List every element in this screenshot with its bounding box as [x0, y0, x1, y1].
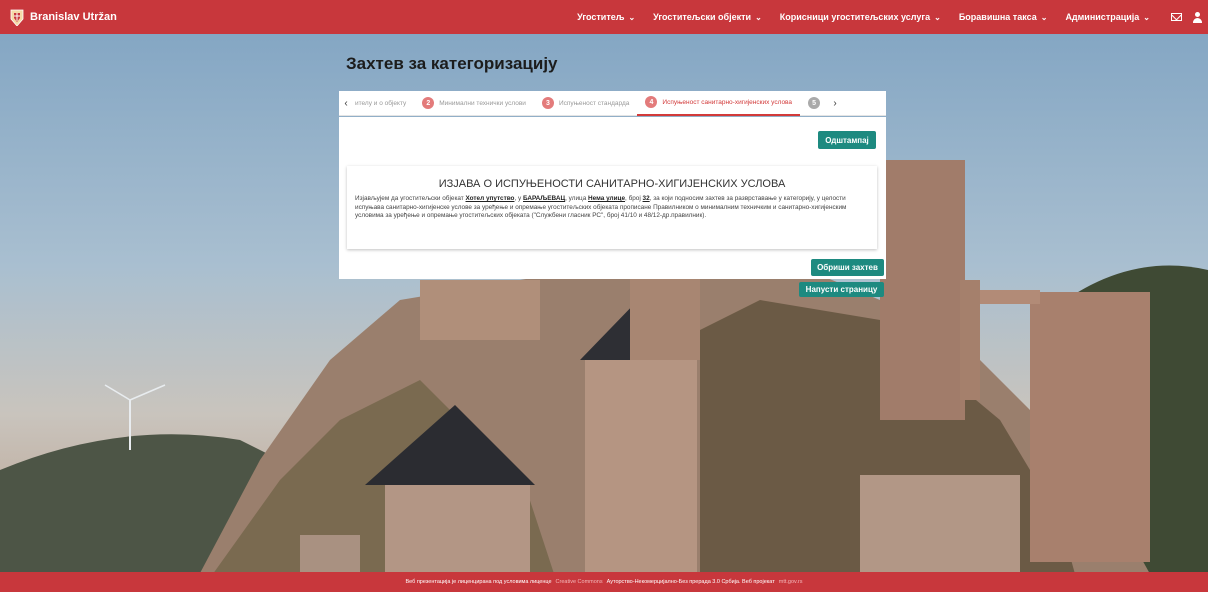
main-menu: Угоститељ ⌄ Угоститељски објекти ⌄ Корис…: [568, 0, 1208, 34]
chevron-down-icon: ⌄: [934, 12, 941, 22]
delete-request-button[interactable]: Обриши захтев: [811, 259, 884, 276]
menu-administration-label: Администрација: [1065, 12, 1140, 22]
step-2-number: 2: [422, 97, 435, 109]
chevron-left-icon[interactable]: ‹: [339, 98, 353, 109]
object-name: Хотел упутство: [465, 195, 515, 202]
step-3-number: 3: [541, 97, 554, 109]
user-name: Branislav Utržan: [30, 11, 117, 23]
declaration-text-part: , у: [514, 195, 523, 202]
top-navbar: Branislav Utržan Угоститељ ⌄ Угоститељск…: [0, 0, 1208, 34]
mail-icon[interactable]: [1171, 13, 1182, 21]
user-icon[interactable]: [1192, 12, 1202, 23]
menu-service-users-label: Корисници угоститељских услуга: [779, 12, 931, 22]
step-5-number: 5: [808, 97, 821, 109]
menu-caterer[interactable]: Угоститељ ⌄: [577, 12, 635, 22]
step-3-label: Испуњеност стандарда: [558, 99, 630, 107]
page-title: Захтев за категоризацију: [346, 54, 558, 73]
step-2-label: Минимални технички услови: [439, 99, 526, 107]
serbian-coat-of-arms-icon: [10, 9, 24, 26]
print-button[interactable]: Одштампај: [818, 131, 876, 149]
step-4-number: 4: [645, 96, 658, 108]
wizard-stepper: ‹ ителу и о објекту 2 Минимални технички…: [339, 91, 886, 116]
street-name: Нема улице: [588, 195, 626, 202]
step-1[interactable]: ителу и о објекту: [353, 91, 414, 116]
step-4-active[interactable]: 4 Испуњеност санитарно-хигијенских услов…: [637, 91, 801, 116]
menu-caterer-label: Угоститељ: [577, 12, 625, 22]
declaration-text-part: , број: [625, 195, 643, 202]
leave-page-button[interactable]: Напусти страницу: [799, 282, 884, 297]
city-name: БАРАЉЕВАЦ: [523, 195, 566, 202]
step-5[interactable]: 5: [800, 91, 828, 116]
chevron-down-icon: ⌄: [1143, 12, 1150, 22]
menu-tourist-tax[interactable]: Боравишна такса ⌄: [959, 12, 1048, 22]
mtt-link[interactable]: mtt.gov.rs: [779, 579, 803, 585]
step-3[interactable]: 3 Испуњеност стандарда: [534, 91, 637, 116]
menu-service-users[interactable]: Корисници угоститељских услуга ⌄: [780, 12, 941, 22]
footer-text: Веб презентација је лиценцирана под усло…: [405, 579, 552, 585]
declaration-text-part: Изјављујем да угоститељски објекат: [355, 195, 466, 202]
menu-catering-facilities[interactable]: Угоститељски објекти ⌄: [653, 12, 762, 22]
footer-text: Ауторство-Некомерцијално-Без прерада 3.0…: [606, 579, 775, 585]
declaration-text-part: , улица: [565, 195, 589, 202]
brand[interactable]: Branislav Utržan: [10, 8, 117, 26]
declaration-card: Одштампај ИЗЈАВА О ИСПУЊЕНОСТИ САНИТАРНО…: [339, 117, 886, 279]
creative-commons-link[interactable]: Creative Commons: [556, 579, 603, 585]
step-1-label: ителу и о објекту: [355, 99, 407, 107]
declaration-title: ИЗЈАВА О ИСПУЊЕНОСТИ САНИТАРНО-ХИГИЈЕНСК…: [438, 178, 786, 190]
menu-administration[interactable]: Администрација ⌄: [1065, 12, 1150, 22]
chevron-down-icon: ⌄: [628, 12, 636, 22]
declaration-text: Изјављујем да угоститељски објекат Хотел…: [355, 195, 873, 221]
chevron-down-icon: ⌄: [755, 12, 762, 22]
background-photo: [0, 0, 1208, 592]
declaration-panel: ИЗЈАВА О ИСПУЊЕНОСТИ САНИТАРНО-ХИГИЈЕНСК…: [347, 166, 877, 249]
menu-tourist-tax-label: Боравишна такса: [958, 12, 1037, 22]
menu-catering-facilities-label: Угоститељски објекти: [653, 12, 752, 22]
step-2[interactable]: 2 Минимални технички услови: [414, 91, 534, 116]
chevron-down-icon: ⌄: [1040, 12, 1048, 22]
street-number: 32: [642, 195, 650, 202]
chevron-right-icon[interactable]: ›: [828, 98, 842, 109]
footer: Веб презентација је лиценцирана под усло…: [0, 572, 1208, 592]
step-4-label: Испуњеност санитарно-хигијенских услова: [662, 98, 793, 106]
